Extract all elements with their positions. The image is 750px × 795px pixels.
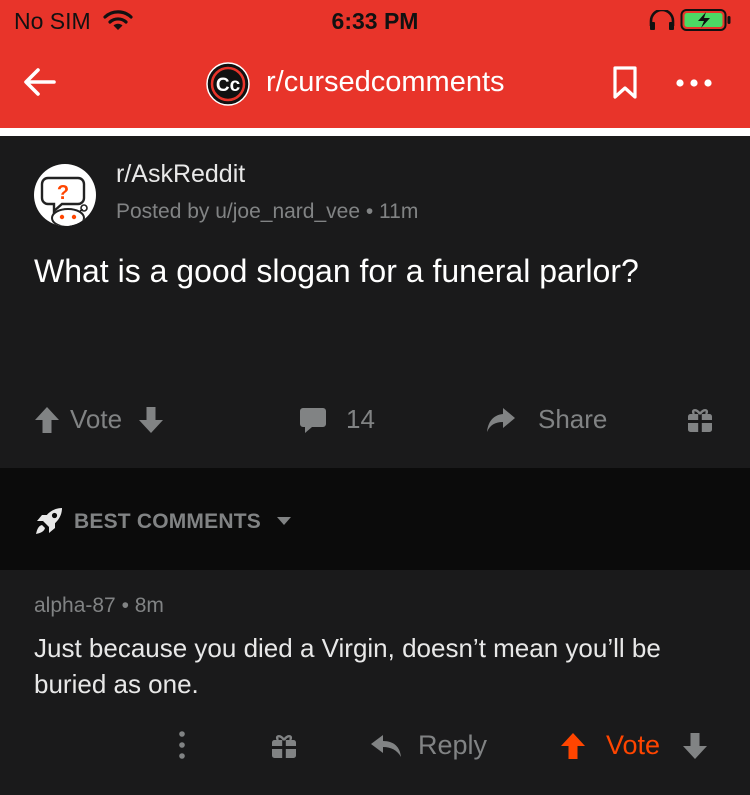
headphones-icon (649, 10, 675, 30)
rocket-icon (36, 508, 62, 534)
post-vote-label: Vote (70, 404, 123, 434)
reply-button[interactable]: Reply (370, 730, 487, 761)
comment-body: Just because you died a Virgin, doesn’t … (34, 633, 661, 699)
dots-vertical-icon[interactable] (176, 730, 188, 760)
back-arrow-icon[interactable] (22, 64, 58, 100)
subreddit-logo-icon[interactable]: Cc (206, 62, 250, 106)
reply-icon (371, 734, 401, 757)
comment-card: alpha-87 • 8m Just because you died a Vi… (0, 570, 750, 795)
status-bar: No SIM 6:33 PM (0, 0, 750, 40)
post-actions: Vote 14 Share (0, 398, 750, 442)
post-meta: Posted by u/joe_nard_vee • 11m (116, 200, 419, 223)
upvote-icon[interactable] (34, 405, 60, 435)
reply-label: Reply (418, 730, 488, 760)
downvote-icon[interactable] (138, 405, 164, 435)
comments-button[interactable]: 14 (298, 404, 375, 435)
comment-meta[interactable]: alpha-87 • 8m (34, 594, 164, 618)
post-vote-group: Vote (34, 404, 164, 435)
downvote-icon[interactable] (682, 731, 708, 761)
comment-count: 14 (346, 404, 375, 434)
comment-vote-group: Vote (560, 730, 708, 761)
comment-icon (300, 407, 326, 433)
award-icon[interactable] (686, 406, 714, 434)
bookmark-icon[interactable] (612, 66, 638, 100)
share-icon (487, 407, 515, 432)
nav-bar: Cc r/cursedcomments (0, 46, 750, 122)
svg-text:?: ? (57, 182, 69, 204)
comment-vote-label: Vote (606, 730, 661, 760)
app-header: No SIM 6:33 PM Cc r/cursedcomments (0, 0, 750, 128)
comment-sort-bar[interactable]: BEST COMMENTS (0, 468, 750, 570)
post-card: ? r/AskReddit Posted by u/joe_nard_vee •… (0, 136, 750, 468)
comment-actions: Reply Vote (0, 724, 750, 768)
header-divider (0, 128, 750, 136)
post-subreddit[interactable]: r/AskReddit (116, 160, 245, 189)
clock: 6:33 PM (331, 8, 419, 34)
askreddit-avatar-icon[interactable]: ? (34, 164, 96, 226)
battery-charging-icon (680, 9, 731, 31)
post-title[interactable]: What is a good slogan for a funeral parl… (34, 250, 684, 292)
upvote-icon[interactable] (560, 731, 586, 761)
page-title[interactable]: r/cursedcomments (266, 66, 505, 99)
sort-label[interactable]: BEST COMMENTS (74, 510, 261, 534)
logo-text: Cc (216, 75, 241, 96)
award-icon[interactable] (270, 732, 298, 760)
share-label: Share (538, 404, 608, 434)
caret-down-icon[interactable] (276, 516, 292, 526)
share-button[interactable]: Share (486, 404, 607, 435)
more-icon[interactable] (674, 74, 714, 92)
